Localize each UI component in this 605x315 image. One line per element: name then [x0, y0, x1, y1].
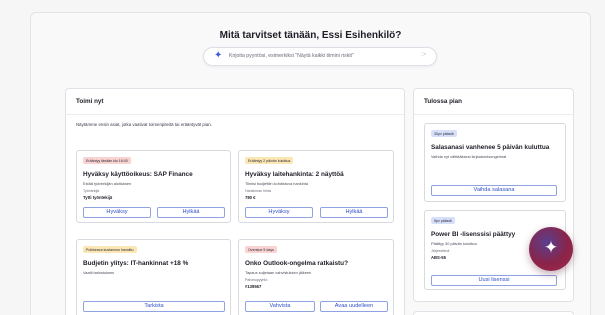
- task-card: Erääntyy tänään klo 16:00 Hyväksy käyttö…: [76, 150, 231, 223]
- sparkle-icon: ✦: [214, 50, 223, 61]
- task-card: Poikkeava kustannus havaittu Budjetin yl…: [76, 239, 231, 315]
- act-now-panel: Toimi nyt Näytämme ensin asiat, jotka va…: [65, 88, 405, 315]
- card-field-label: Järjestelmä: [431, 249, 450, 253]
- card-subtitle: Vaihda nyt välttääksesi kirjautumisongel…: [431, 154, 507, 159]
- card-field-value: 780 €: [245, 195, 256, 200]
- card-title: Salasanasi vanhenee 5 päivän kuluttua: [431, 144, 550, 151]
- card-subtitle: Vaatii tarkistuksen: [83, 270, 115, 275]
- next-panel-edge: [413, 311, 574, 315]
- overdue-badge: Ovenkue 5 days: [245, 246, 277, 253]
- card-subtitle: Estää työntekijän aloituksen: [83, 181, 132, 186]
- confirm-button[interactable]: Vahvista: [245, 301, 315, 312]
- card-title: Power BI -lisenssisi päättyy: [431, 231, 516, 238]
- reject-button[interactable]: Hylkää: [320, 207, 388, 218]
- card-subtitle: Tapaus suljetaan vahvistuksen jälkeen: [245, 270, 312, 275]
- send-icon[interactable]: :>: [421, 52, 426, 58]
- prompt-placeholder: Kirjoita pyyntösi, esimerkiksi "Näytä ka…: [229, 53, 354, 59]
- card-field-label: Palvelupyyntö: [245, 278, 268, 282]
- time-badge: 5pv päästä: [431, 217, 455, 224]
- panel-intro: Näytämme ensin asiat, jotka vaativat toi…: [76, 122, 212, 127]
- alert-badge: Poikkeava kustannus havaittu: [83, 246, 137, 253]
- approve-button[interactable]: Hyväksy: [83, 207, 151, 218]
- card-title: Budjetin ylitys: IT-hankinnat +18 %: [83, 260, 189, 267]
- time-badge: 30pv päästä: [431, 130, 457, 137]
- due-badge: Erääntyy 2 päivän kuluttua: [245, 157, 294, 164]
- card-field-label: Työntekijä: [83, 189, 100, 193]
- reject-button[interactable]: Hylkää: [157, 207, 225, 218]
- card-field-value: #139567: [245, 284, 262, 289]
- upcoming-card: 30pv päästä Salasanasi vanhenee 5 päivän…: [424, 123, 566, 202]
- card-title: Hyväksy käyttöoikeus: SAP Finance: [83, 171, 193, 178]
- card-field-value: ABS-55: [431, 255, 446, 260]
- panel-title: Toimi nyt: [76, 98, 104, 105]
- card-subtitle: Päättyy 30 päivän kuluttua: [431, 241, 477, 246]
- reopen-button[interactable]: Avaa uudelleen: [320, 301, 388, 312]
- change-password-button[interactable]: Vaihda salasana: [431, 185, 557, 196]
- app-window: Mitä tarvitset tänään, Essi Esihenkilö? …: [30, 12, 591, 315]
- task-card: Erääntyy 2 päivän kuluttua Hyväksy laite…: [238, 150, 394, 223]
- page-title: Mitä tarvitset tänään, Essi Esihenkilö?: [219, 30, 402, 41]
- card-title: Hyväksy laitehankinta: 2 näyttöä: [245, 171, 344, 178]
- divider: [414, 114, 573, 115]
- sparkle-icon: ✦: [543, 238, 559, 257]
- card-title: Onko Outlook-ongelma ratkaistu?: [245, 260, 348, 267]
- renew-license-button[interactable]: Uusi lisenssi: [431, 275, 557, 286]
- assistant-button[interactable]: ✦: [529, 227, 573, 271]
- assistant-prompt-input[interactable]: ✦ Kirjoita pyyntösi, esimerkiksi "Näytä …: [203, 47, 437, 66]
- card-field-label: Hankinnan hinta: [245, 189, 271, 193]
- panel-title: Tulossa pian: [424, 98, 463, 105]
- review-button[interactable]: Tarkista: [83, 301, 225, 312]
- card-field-value: Tytti työntekijä: [83, 195, 113, 200]
- approve-button[interactable]: Hyväksy: [245, 207, 313, 218]
- divider: [66, 114, 404, 115]
- due-badge: Erääntyy tänään klo 16:00: [83, 157, 131, 164]
- card-subtitle: Tiimisi budjettiin kohdistuva hankinta: [245, 181, 309, 186]
- task-card: Ovenkue 5 days Onko Outlook-ongelma ratk…: [238, 239, 394, 315]
